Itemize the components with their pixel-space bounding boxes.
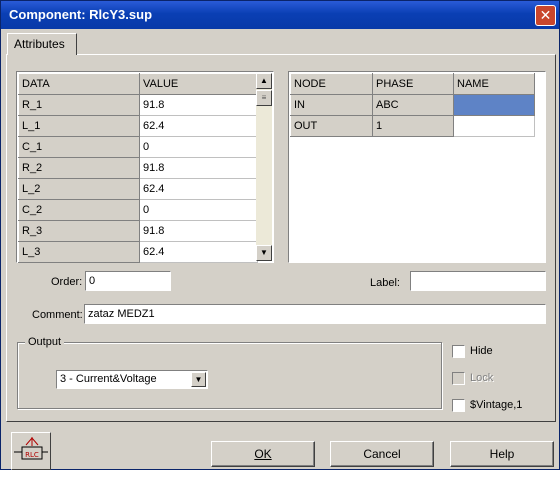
component-dialog: Component: RlcY3.sup ✕ Attributes DATA V…: [0, 0, 560, 470]
data-row[interactable]: L_1 62.4: [18, 115, 258, 137]
order-value: 0: [89, 275, 96, 287]
chevron-down-icon: ▼: [194, 375, 203, 384]
close-icon: ✕: [539, 7, 552, 23]
data-value-cell[interactable]: 0: [139, 136, 258, 158]
hide-label[interactable]: Hide: [470, 345, 493, 357]
ok-button-label: OK: [254, 447, 272, 461]
component-icon-button[interactable]: RLC: [11, 432, 51, 470]
data-value-cell[interactable]: 91.8: [139, 94, 258, 116]
data-grid-table: DATA VALUE R_1 91.8 L_1 62.4 C_1 0 R_2 91.8 L_2 6…: [18, 73, 258, 263]
data-row[interactable]: R_1 91.8: [18, 94, 258, 116]
data-name-cell[interactable]: L_1: [18, 115, 140, 137]
grip-icon: ≡: [261, 93, 267, 102]
order-input[interactable]: 0: [85, 271, 171, 291]
data-value-cell[interactable]: 62.4: [139, 115, 258, 137]
output-selected-value: 3 - Current&Voltage: [60, 373, 157, 385]
node-grid-table: NODE PHASE NAME IN ABC OUT 1: [290, 73, 535, 137]
title-bar: Component: RlcY3.sup ✕: [1, 1, 559, 29]
component-icon-text: RLC: [25, 451, 39, 459]
data-row[interactable]: L_2 62.4: [18, 178, 258, 200]
scroll-up-button[interactable]: ▲: [256, 73, 272, 89]
data-name-cell[interactable]: C_1: [18, 136, 140, 158]
comment-value: zataz MEDZ1: [88, 308, 155, 320]
vintage-checkbox[interactable]: [452, 399, 465, 412]
help-button-label: Help: [489, 447, 515, 461]
output-group-title: Output: [25, 336, 65, 348]
vintage-label[interactable]: $Vintage,1: [470, 399, 522, 411]
data-value-cell[interactable]: 62.4: [139, 178, 258, 200]
label-input[interactable]: [410, 271, 546, 291]
data-row[interactable]: C_2 0: [18, 199, 258, 221]
tab-attributes-label: Attributes: [14, 37, 65, 51]
data-value-cell[interactable]: 91.8: [139, 157, 258, 179]
hide-checkbox[interactable]: [452, 345, 465, 358]
name-column-header[interactable]: NAME: [453, 73, 535, 95]
node-name-cell[interactable]: [453, 115, 535, 137]
chevron-up-icon: ▲: [260, 76, 268, 85]
data-name-cell[interactable]: R_2: [18, 157, 140, 179]
scroll-thumb[interactable]: ≡: [256, 90, 272, 106]
lock-checkbox: [452, 372, 465, 385]
data-row[interactable]: R_2 91.8: [18, 157, 258, 179]
data-name-cell[interactable]: L_2: [18, 178, 140, 200]
data-value-cell[interactable]: 62.4: [139, 241, 258, 263]
data-row[interactable]: L_3 62.4: [18, 241, 258, 263]
data-column-header[interactable]: DATA: [18, 73, 140, 95]
phase-column-header[interactable]: PHASE: [372, 73, 454, 95]
comment-input[interactable]: zataz MEDZ1: [84, 304, 546, 324]
node-row[interactable]: IN ABC: [290, 94, 535, 116]
output-dropdown-button[interactable]: ▼: [191, 372, 206, 387]
node-node-cell[interactable]: IN: [290, 94, 373, 116]
data-name-cell[interactable]: R_1: [18, 94, 140, 116]
window-title: Component: RlcY3.sup: [9, 7, 153, 22]
data-row[interactable]: C_1 0: [18, 136, 258, 158]
close-button[interactable]: ✕: [535, 5, 556, 26]
scroll-down-button[interactable]: ▼: [256, 245, 272, 261]
order-label: Order:: [51, 276, 83, 288]
ok-button[interactable]: OK: [211, 441, 315, 467]
cancel-button[interactable]: Cancel: [330, 441, 434, 467]
data-grid-scrollbar[interactable]: ▲ ≡ ▼: [256, 73, 272, 261]
data-name-cell[interactable]: C_2: [18, 199, 140, 221]
data-name-cell[interactable]: L_3: [18, 241, 140, 263]
node-row[interactable]: OUT 1: [290, 115, 535, 137]
node-column-header[interactable]: NODE: [290, 73, 373, 95]
lock-label: Lock: [470, 372, 494, 384]
node-name-cell[interactable]: [453, 94, 535, 116]
label-label: Label:: [370, 277, 400, 289]
cancel-button-label: Cancel: [363, 447, 401, 461]
comment-label: Comment:: [32, 309, 83, 321]
chevron-down-icon: ▼: [260, 248, 268, 257]
node-grid: NODE PHASE NAME IN ABC OUT 1: [288, 71, 546, 263]
node-node-cell[interactable]: OUT: [290, 115, 373, 137]
data-value-cell[interactable]: 91.8: [139, 220, 258, 242]
help-button[interactable]: Help: [450, 441, 554, 467]
tab-attributes[interactable]: Attributes: [7, 33, 77, 55]
data-row[interactable]: R_3 91.8: [18, 220, 258, 242]
data-grid: DATA VALUE R_1 91.8 L_1 62.4 C_1 0 R_2 91.8 L_2 6…: [16, 71, 274, 263]
data-name-cell[interactable]: R_3: [18, 220, 140, 242]
node-phase-cell[interactable]: ABC: [372, 94, 454, 116]
data-value-cell[interactable]: 0: [139, 199, 258, 221]
value-column-header[interactable]: VALUE: [139, 73, 258, 95]
node-phase-cell[interactable]: 1: [372, 115, 454, 137]
output-select[interactable]: 3 - Current&Voltage ▼: [56, 370, 208, 389]
rlc-component-icon: RLC: [14, 437, 48, 460]
